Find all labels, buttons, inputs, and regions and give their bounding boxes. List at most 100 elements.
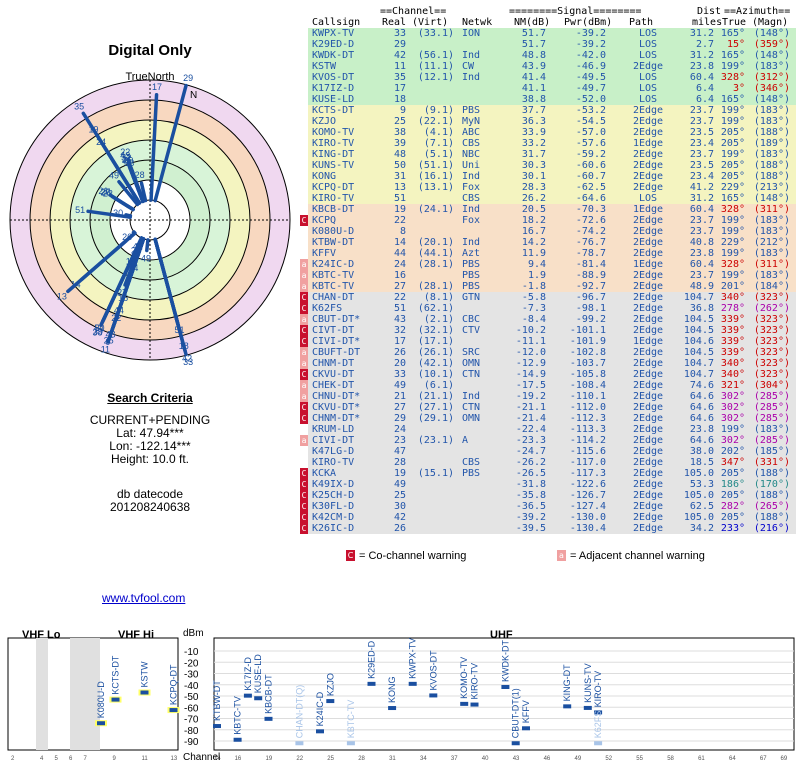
table-row: KWDK-DT 42 (56.1) Ind 48.8 -42.0 LOS 31.2 165° (1…: [308, 50, 796, 61]
co-channel-warning-icon: C: [300, 215, 308, 226]
cell-az: 278°: [720, 303, 745, 314]
tvfool-link[interactable]: www.tvfool.com: [102, 591, 185, 605]
cell-dist: 104.7: [683, 292, 714, 303]
station-signal-bar: [594, 741, 603, 746]
cell-path: 2Edge: [632, 226, 664, 237]
cell-pwr: -126.7: [569, 490, 606, 501]
cell-net: Ind: [462, 72, 481, 83]
search-mode: CURRENT+PENDING: [89, 413, 211, 427]
cell-path: 2Edge: [632, 446, 664, 457]
cell-call: K17IZ-D: [312, 83, 355, 94]
cell-net: Fox: [462, 215, 481, 226]
cell-dist: 104.5: [683, 314, 714, 325]
cell-dist: 104.7: [683, 369, 714, 380]
cell-pwr: -96.7: [575, 292, 606, 303]
cell-az: 347°: [720, 457, 745, 468]
cell-path: 2Edge: [632, 292, 664, 303]
cell-az: 199°: [720, 105, 745, 116]
db-tick-label: -90: [184, 737, 199, 748]
cell-real: 42: [393, 50, 406, 61]
cell-dist: 74.6: [689, 380, 714, 391]
cell-path: 2Edge: [632, 215, 664, 226]
uhf-tick-label: 67: [760, 756, 767, 762]
cell-virt: (10.1): [417, 369, 454, 380]
cell-dist: 23.7: [689, 215, 714, 226]
cell-az: 339°: [720, 336, 745, 347]
cell-virt: (12.1): [417, 72, 454, 83]
cell-net: Uni: [462, 160, 481, 171]
cell-real: 26: [393, 523, 406, 534]
cell-mag: (188°): [753, 160, 790, 171]
cell-net: PBS: [462, 270, 481, 281]
station-signal-bar: [233, 737, 242, 742]
uhf-tick-label: 34: [420, 756, 427, 762]
cell-pwr: -42.0: [575, 50, 606, 61]
cell-dist: 36.8: [689, 303, 714, 314]
table-row: C KCKA 19 (15.1) PBS -26.5 -117.3 2Edge 105.0 205…: [300, 468, 796, 479]
cell-real: 33: [393, 369, 406, 380]
cell-call: CKVU-DT: [312, 369, 355, 380]
adjacent-channel-warning-icon: a: [300, 270, 308, 281]
cell-path: 2Edge: [632, 501, 664, 512]
uhf-tick-label: 46: [544, 756, 551, 762]
cell-pwr: -112.0: [569, 402, 606, 413]
cell-call: KWPX-TV: [312, 28, 355, 39]
spectrum-chart: VHF Lo VHF Hi UHFdBm-10-20-30-40-50-60-70-…: [7, 628, 795, 763]
cell-net: OMN: [462, 358, 481, 369]
station-call-label: KONG: [387, 677, 397, 704]
co-channel-warning-icon: C: [300, 402, 308, 413]
cell-dist: 23.5: [689, 127, 714, 138]
cell-az: 202°: [720, 446, 745, 457]
cell-dist: 60.4: [689, 204, 714, 215]
cell-pwr: -78.7: [575, 248, 606, 259]
cell-pwr: -113.3: [569, 424, 606, 435]
cell-dist: 48.9: [689, 281, 714, 292]
cell-call: CIVI-DT*: [312, 336, 361, 347]
station-signal-bar: [316, 729, 324, 734]
cell-path: 2Edge: [632, 314, 664, 325]
table-row: KIRO-TV 28 CBS -26.2 -117.0 2Edge 18.5 347° (331…: [308, 457, 796, 468]
table-row: a CHNM-DT 20 (42.1) OMN -12.9 -103.7 2Edge 104.7…: [300, 358, 796, 369]
station-signal-bar: [583, 705, 592, 710]
cell-mag: (311°): [753, 259, 790, 270]
header-path: Path: [629, 17, 654, 28]
station-channel-label: 51: [175, 325, 185, 335]
cell-path: 2Edge: [632, 512, 664, 523]
cell-az: 205°: [720, 138, 745, 149]
co-channel-warning-icon: C: [300, 413, 308, 424]
cell-net: CBS: [462, 457, 481, 468]
cell-mag: (212°): [753, 237, 790, 248]
adjacent-channel-warning-icon: a: [300, 259, 308, 270]
vhf-tick-label: 11: [142, 756, 149, 762]
station-channel-label: 31: [95, 323, 105, 333]
cell-pwr: -39.2: [575, 28, 606, 39]
header-nm: NM(dB): [514, 17, 551, 28]
cell-call: K47LG-D: [312, 446, 355, 457]
cell-real: 25: [393, 490, 406, 501]
cell-call: CBUT-DT*: [312, 314, 361, 325]
vhf-tick-label: 13: [171, 756, 178, 762]
cell-real: 17: [393, 83, 406, 94]
station-call-label: KTBW-DT: [212, 680, 222, 721]
uhf-tick-label: 61: [698, 756, 705, 762]
header-pwr: Pwr(dBm): [564, 17, 613, 28]
station-channel-label: 18: [179, 341, 189, 351]
cell-mag: (285°): [753, 435, 790, 446]
cell-nm: 1.9: [527, 270, 546, 281]
cell-mag: (183°): [753, 149, 790, 160]
cell-pwr: -99.2: [575, 314, 606, 325]
cell-az: 199°: [720, 270, 745, 281]
cell-net: Azt: [462, 248, 481, 259]
cell-path: LOS: [638, 72, 658, 83]
cell-nm: 51.7: [521, 28, 546, 39]
cell-path: 2Edge: [632, 303, 664, 314]
station-channel-label: 42: [182, 354, 192, 364]
station-call-label: KWPX-TV: [408, 638, 418, 679]
cell-net: CTV: [462, 325, 481, 336]
cell-path: 2Edge: [632, 380, 664, 391]
db-tick-label: -60: [184, 703, 199, 714]
cell-net: NBC: [462, 149, 481, 160]
adjacent-channel-legend-box: a: [557, 550, 566, 561]
cell-nm: -22.4: [515, 424, 546, 435]
cell-nm: 36.3: [521, 116, 546, 127]
